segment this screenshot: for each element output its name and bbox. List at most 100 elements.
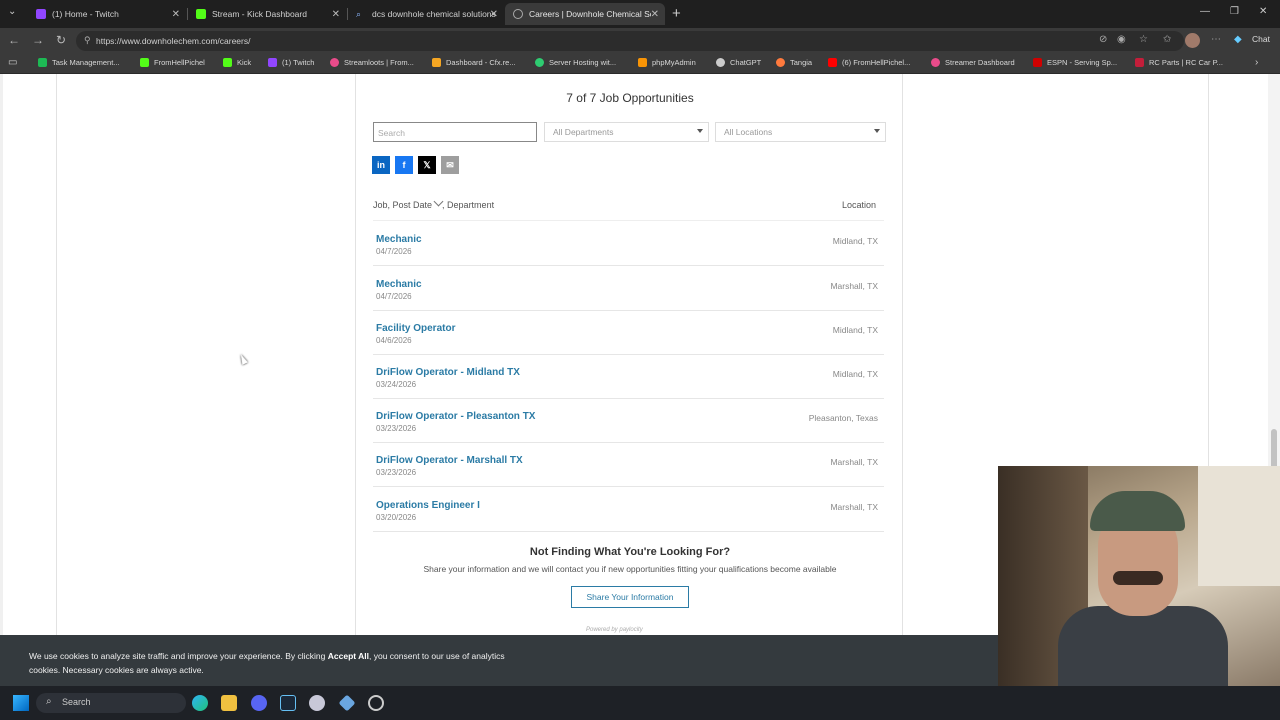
reader-icon[interactable]: ◉ — [1117, 34, 1126, 45]
job-row[interactable]: Facility Operator 04/6/2026 Midland, TX — [373, 311, 884, 355]
more-bookmarks-chevron-icon[interactable]: › — [1255, 57, 1258, 68]
reload-icon[interactable]: ↻ — [56, 33, 66, 47]
file-explorer-icon[interactable] — [221, 695, 237, 711]
bookmark-label: RC Parts | RC Car P... — [1149, 58, 1223, 67]
not-finding-text: Share your information and we will conta… — [423, 564, 837, 574]
email-share-icon[interactable]: ✉ — [441, 156, 459, 174]
kick-icon — [196, 9, 206, 19]
tracking-prevention-icon[interactable]: ⊘ — [1099, 34, 1107, 45]
back-arrow-icon[interactable]: ← — [8, 33, 20, 47]
bookmark-fromhellpichel[interactable]: FromHellPichel — [140, 58, 205, 67]
share-information-button[interactable]: Share Your Information — [571, 586, 689, 608]
sidebar-toggle-icon[interactable]: ▭ — [8, 57, 17, 68]
job-title-link[interactable]: DriFlow Operator - Midland TX — [376, 367, 520, 378]
job-row[interactable]: DriFlow Operator - Pleasanton TX 03/23/2… — [373, 399, 884, 443]
search-icon: ⌕ — [356, 9, 362, 19]
job-title-link[interactable]: Facility Operator — [376, 323, 455, 334]
youtube-icon — [828, 58, 837, 67]
job-post-date: 03/23/2026 — [376, 424, 417, 433]
bookmark-streamer-dashboard[interactable]: Streamer Dashboard — [931, 58, 1015, 67]
cookie-accept-link[interactable]: Accept All — [328, 651, 369, 661]
job-row[interactable]: Operations Engineer I 03/20/2026 Marshal… — [373, 488, 884, 532]
edge-browser-icon[interactable] — [192, 695, 208, 711]
job-title-link[interactable]: DriFlow Operator - Pleasanton TX — [376, 411, 535, 422]
bookmark-kick[interactable]: Kick — [223, 58, 251, 67]
webcam-person-mustache — [1113, 571, 1163, 585]
powered-by-logo[interactable]: Powered by paylocity — [586, 627, 643, 633]
more-menu-icon[interactable]: ⋯ — [1211, 34, 1221, 45]
site-info-icon[interactable]: ⚲ — [84, 35, 91, 46]
espn-icon — [1033, 58, 1042, 67]
job-title-link[interactable]: DriFlow Operator - Marshall TX — [376, 455, 523, 466]
obs-icon[interactable] — [309, 695, 325, 711]
tab-kick-dashboard[interactable]: Stream - Kick Dashboard ✕ — [188, 3, 346, 25]
facebook-share-icon[interactable]: f — [395, 156, 413, 174]
locations-dropdown[interactable]: All Locations — [715, 122, 886, 142]
copilot-icon[interactable]: ◆ — [1234, 34, 1242, 45]
app-settings-icon[interactable] — [368, 695, 384, 711]
forward-arrow-icon[interactable]: → — [32, 33, 44, 47]
job-search-box[interactable] — [373, 122, 537, 142]
windows-start-icon[interactable] — [13, 695, 29, 711]
taskbar-search-box[interactable]: ⌕ Search — [36, 693, 186, 713]
bookmark-server-hosting[interactable]: Server Hosting wit... — [535, 58, 616, 67]
job-title-link[interactable]: Operations Engineer I — [376, 500, 480, 511]
bookmark-cfx-dashboard[interactable]: Dashboard - Cfx.re... — [432, 58, 516, 67]
chat-label[interactable]: Chat — [1252, 34, 1270, 44]
job-row[interactable]: Mechanic 04/7/2026 Midland, TX — [373, 222, 884, 266]
restore-icon[interactable]: ❐ — [1230, 6, 1239, 17]
close-icon[interactable]: ✕ — [651, 9, 659, 20]
tab-label: Stream - Kick Dashboard — [212, 9, 307, 19]
tab-careers[interactable]: Careers | Downhole Chemical Solu ✕ — [505, 3, 665, 25]
bookmark-tangia[interactable]: Tangia — [776, 58, 812, 67]
webcam-window — [1198, 466, 1280, 586]
job-title-link[interactable]: Mechanic — [376, 234, 422, 245]
close-window-icon[interactable]: ✕ — [1259, 6, 1267, 17]
bookmark-espn[interactable]: ESPN - Serving Sp... — [1033, 58, 1117, 67]
profile-avatar[interactable] — [1185, 33, 1200, 48]
steam-icon[interactable] — [280, 695, 296, 711]
globe-icon — [513, 9, 523, 19]
job-title-link[interactable]: Mechanic — [376, 279, 422, 290]
address-bar[interactable]: ⚲ https://www.downholechem.com/careers/ — [76, 31, 1184, 51]
minimize-icon[interactable]: — — [1200, 6, 1210, 17]
bookmark-icon — [38, 58, 47, 67]
job-row[interactable]: DriFlow Operator - Midland TX 03/24/2026… — [373, 355, 884, 399]
content-left-divider — [355, 74, 356, 686]
cookie-banner: We use cookies to analyze site traffic a… — [0, 635, 998, 686]
bookmark-label: ChatGPT — [730, 58, 762, 67]
tab-list-chevron-icon[interactable]: ⌄ — [8, 6, 16, 17]
column-header-job[interactable]: Job, Post Date , Department — [373, 196, 494, 210]
bookmark-phpmyadmin[interactable]: phpMyAdmin — [638, 58, 696, 67]
hosting-icon — [535, 58, 544, 67]
job-search-input[interactable] — [374, 124, 536, 142]
bookmark-twitch[interactable]: (1) Twitch — [268, 58, 314, 67]
discord-icon[interactable] — [251, 695, 267, 711]
new-tab-plus-icon[interactable]: + — [672, 5, 681, 22]
tab-google-search[interactable]: ⌕ dcs downhole chemical solutions ✕ — [348, 3, 504, 25]
job-row[interactable]: Mechanic 04/7/2026 Marshall, TX — [373, 267, 884, 311]
bookmark-youtube[interactable]: (6) FromHellPichel... — [828, 58, 910, 67]
departments-dropdown[interactable]: All Departments — [544, 122, 709, 142]
app-icon[interactable] — [338, 694, 356, 712]
bookmark-streamloots[interactable]: Streamloots | From... — [330, 58, 414, 67]
linkedin-share-icon[interactable]: in — [372, 156, 390, 174]
job-count-heading: 7 of 7 Job Opportunities — [566, 91, 694, 105]
job-post-date: 04/6/2026 — [376, 336, 412, 345]
windows-taskbar: ⌕ Search — [0, 686, 1280, 720]
bookmark-chatgpt[interactable]: ChatGPT — [716, 58, 761, 67]
favorites-icon[interactable]: ✩ — [1163, 34, 1171, 45]
x-share-icon[interactable]: 𝕏 — [418, 156, 436, 174]
column-header-location[interactable]: Location — [842, 200, 876, 210]
streamloots-icon — [330, 58, 339, 67]
bookmark-rc-parts[interactable]: RC Parts | RC Car P... — [1135, 58, 1223, 67]
close-icon[interactable]: ✕ — [490, 9, 498, 20]
job-row[interactable]: DriFlow Operator - Marshall TX 03/23/202… — [373, 443, 884, 487]
tab-twitch-home[interactable]: (1) Home - Twitch ✕ — [28, 3, 186, 25]
close-icon[interactable]: ✕ — [332, 9, 340, 20]
favorite-star-icon[interactable]: ☆ — [1139, 34, 1148, 45]
url-text: https://www.downholechem.com/careers/ — [96, 36, 251, 46]
kick-icon — [223, 58, 232, 67]
close-icon[interactable]: ✕ — [172, 9, 180, 20]
bookmark-task-management[interactable]: Task Management... — [38, 58, 120, 67]
